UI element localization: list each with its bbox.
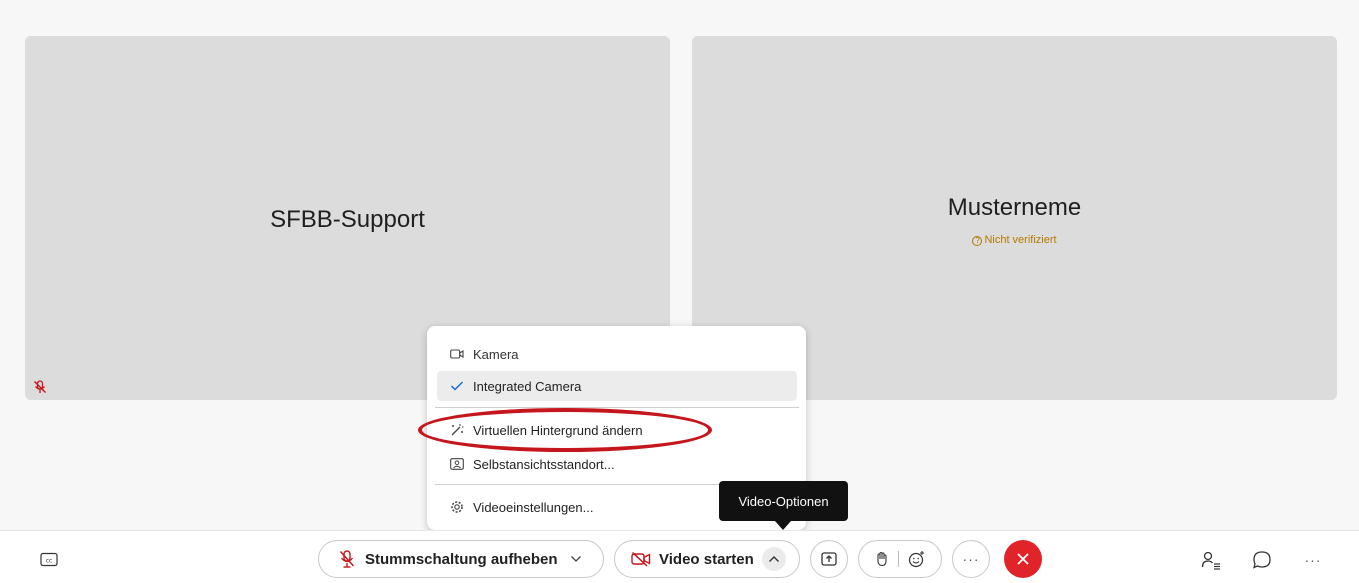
muted-mic-icon	[33, 380, 47, 394]
question-icon: ?	[972, 236, 983, 246]
participant-name: SFBB-Support	[270, 206, 425, 233]
muted-mic-icon	[339, 550, 355, 568]
unmute-label: Stummschaltung aufheben	[365, 550, 558, 568]
more-label: ···	[1304, 552, 1322, 568]
verification-status-text: Nicht verifiziert	[984, 234, 1057, 246]
self-view-icon	[449, 456, 465, 472]
chevron-up-icon[interactable]	[761, 547, 786, 571]
menu-item-label: Integrated Camera	[473, 378, 582, 394]
camera-icon	[449, 346, 465, 362]
svg-text:cc: cc	[46, 558, 53, 565]
more-options-button[interactable]: ···	[952, 540, 990, 578]
video-off-icon	[631, 551, 651, 567]
tooltip-arrow	[775, 521, 791, 530]
more-icon: ···	[962, 551, 980, 567]
video-options-tooltip: Video-Optionen	[719, 481, 848, 521]
raise-hand-icon[interactable]	[875, 551, 889, 567]
chat-icon[interactable]	[1251, 549, 1273, 571]
emoji-reaction-icon[interactable]	[908, 550, 926, 568]
menu-section-camera: Kamera	[437, 339, 797, 369]
menu-item-integrated-camera[interactable]: Integrated Camera	[437, 371, 797, 401]
menu-section-label: Kamera	[473, 346, 519, 362]
share-button[interactable]	[810, 540, 848, 578]
share-screen-icon	[821, 552, 837, 566]
participant-name: Musterneme	[947, 194, 1082, 221]
more-horizontal-icon[interactable]: ···	[1302, 549, 1324, 571]
start-video-label: Video starten	[659, 550, 754, 568]
chevron-down-icon[interactable]	[570, 555, 582, 563]
captions-icon[interactable]: cc	[38, 549, 60, 571]
meeting-toolbar: cc Stummschaltung aufheben Video starten	[0, 530, 1359, 583]
leave-meeting-button[interactable]	[1004, 540, 1042, 578]
verification-status: ? Nicht verifiziert	[692, 234, 1337, 246]
menu-item-label: Selbstansichtsstandort...	[473, 456, 615, 472]
close-icon	[1016, 552, 1030, 566]
menu-item-label: Videoeinstellungen...	[473, 499, 594, 515]
gear-icon	[449, 499, 465, 515]
menu-item-self-view-position[interactable]: Selbstansichtsstandort...	[437, 449, 797, 479]
participants-icon[interactable]	[1200, 549, 1222, 571]
unmute-button[interactable]: Stummschaltung aufheben	[318, 540, 604, 578]
toolbar-divider	[897, 551, 899, 567]
highlight-annotation-ring	[418, 408, 712, 452]
checkmark-icon	[449, 378, 465, 394]
menu-divider	[435, 407, 799, 408]
start-video-button[interactable]: Video starten	[614, 540, 800, 578]
reactions-button-group[interactable]	[858, 540, 942, 578]
